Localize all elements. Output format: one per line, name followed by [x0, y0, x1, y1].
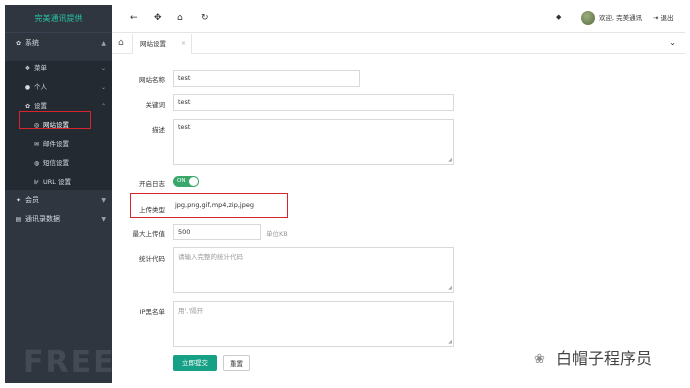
- top-toolbar: ← ✥ ⌂ ↻ ◆ 欢迎, 完美通讯 ⇥ 退出: [112, 5, 685, 33]
- wechat-icon: ❀: [534, 352, 545, 367]
- submit-button[interactable]: 立即提交: [173, 355, 217, 371]
- stats-code-textarea[interactable]: 请输入完整的统计代码 ◢: [173, 247, 454, 293]
- card-icon: ▤: [15, 216, 22, 223]
- chevron-down-icon: ⌄: [100, 65, 106, 72]
- sidebar-item-personal[interactable]: ● 个人 ⌄: [5, 79, 112, 96]
- sidebar-item-contacts[interactable]: ▤ 通讯录数据 ▼: [5, 211, 112, 228]
- bank-icon[interactable]: ⌂: [177, 13, 183, 23]
- exit-icon: ⇥: [653, 14, 659, 22]
- tag-icon[interactable]: ◆: [556, 13, 561, 21]
- sidebar-item-members[interactable]: ✦ 会员 ▼: [5, 192, 112, 209]
- tab-bar: ⌂ 网站设置 × ⌄: [112, 34, 685, 54]
- home-icon[interactable]: ⌂: [118, 38, 124, 48]
- users-icon: ✦: [15, 197, 22, 204]
- envelope-icon: ✉: [33, 141, 40, 148]
- log-toggle[interactable]: ON: [173, 176, 199, 187]
- site-name-label: 网站名称: [139, 76, 165, 84]
- arrow-left-icon[interactable]: ←: [130, 13, 138, 23]
- ip-blacklist-label: IP黑名单: [139, 308, 165, 316]
- refresh-icon[interactable]: ✥: [154, 13, 162, 23]
- avatar[interactable]: [581, 11, 595, 25]
- chevron-up-icon: ▲: [101, 40, 106, 47]
- chevron-down-icon: ⌄: [100, 84, 106, 91]
- log-label: 开启日志: [139, 180, 165, 188]
- close-icon[interactable]: ×: [181, 34, 186, 54]
- description-label: 描述: [152, 126, 165, 134]
- sync-icon[interactable]: ↻: [201, 13, 209, 23]
- chat-icon: ◍: [33, 160, 40, 167]
- footer-watermark: ❀ 白帽子程序员: [534, 349, 653, 368]
- sidebar-item-url-settings[interactable]: ⊮ URL 设置: [5, 174, 112, 191]
- max-upload-label: 最大上传值: [132, 230, 166, 238]
- gear-icon: ✿: [15, 40, 22, 47]
- sidebar: 完美通讯提供 ✿ 系统 ▲ ❖ 菜单 ⌄ ● 个人 ⌄ ✿ 设置 ⌃ ◎ 网站设置 ✉ 邮件…: [5, 5, 187, 383]
- ip-blacklist-textarea[interactable]: 用','隔开 ◢: [173, 301, 454, 347]
- caret-down-icon: ▼: [101, 197, 106, 204]
- chevron-down-icon[interactable]: ⌄: [669, 38, 676, 47]
- resize-grip-icon[interactable]: ◢: [448, 285, 452, 291]
- resize-grip-icon[interactable]: ◢: [448, 157, 452, 163]
- max-upload-input[interactable]: 500: [173, 224, 261, 240]
- link-icon: ⊮: [33, 179, 40, 186]
- sidebar-item-menu[interactable]: ❖ 菜单 ⌄: [5, 60, 112, 77]
- sidebar-item-system[interactable]: ✿ 系统 ▲: [5, 35, 112, 52]
- description-textarea[interactable]: test ◢: [173, 119, 454, 165]
- logout-button[interactable]: ⇥ 退出: [653, 12, 674, 22]
- resize-grip-icon[interactable]: ◢: [448, 339, 452, 345]
- brand-title: 完美通讯提供: [5, 5, 112, 33]
- user-welcome[interactable]: 欢迎, 完美通讯: [599, 12, 642, 22]
- caret-down-icon: ▼: [101, 216, 106, 223]
- sidebar-item-sms-settings[interactable]: ◍ 短信设置: [5, 155, 112, 172]
- upload-types-label: 上传类型: [139, 206, 165, 214]
- sidebar-item-email-settings[interactable]: ✉ 邮件设置: [5, 136, 112, 153]
- keywords-label: 关键词: [145, 101, 166, 109]
- reset-button[interactable]: 重置: [223, 355, 250, 371]
- stats-code-label: 统计代码: [139, 255, 165, 263]
- keywords-input[interactable]: test: [173, 94, 454, 111]
- chevron-up-icon: ⌃: [100, 103, 106, 110]
- upload-types-input[interactable]: jpg,png,gif,mp4,zip,jpeg: [173, 199, 261, 214]
- highlight-box-sidebar: [19, 111, 91, 129]
- toggle-knob: [189, 177, 198, 186]
- user-icon: ●: [24, 84, 31, 91]
- watermark-logo: FREEBUF: [23, 345, 190, 380]
- max-upload-unit: 单位KB: [266, 230, 288, 238]
- grid-icon: ❖: [24, 65, 31, 72]
- tab-website-settings[interactable]: 网站设置 ×: [132, 34, 192, 54]
- site-name-input[interactable]: test: [173, 70, 360, 87]
